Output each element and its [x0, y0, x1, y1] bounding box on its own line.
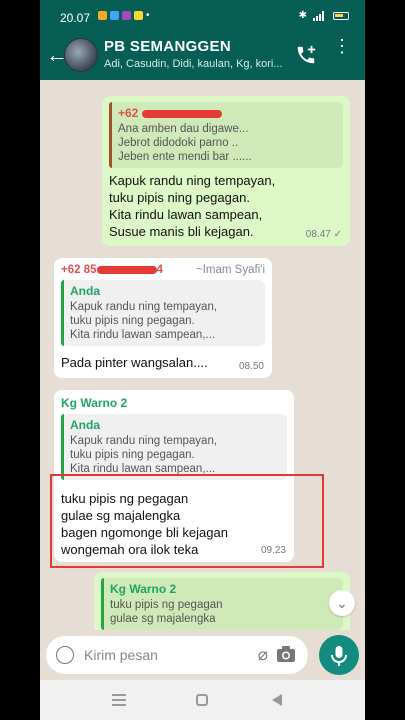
- sender-row: +62 85 4 ~Imam Syafi'i: [61, 264, 265, 276]
- message-time: 08.47 ✓: [305, 229, 342, 240]
- app-notification-icon: [134, 11, 143, 20]
- battery-icon: [333, 11, 349, 20]
- system-nav-bar: [40, 680, 365, 720]
- message-input-bar: Kirim pesan ⌀: [40, 630, 365, 680]
- sender-name: Kg Warno 2: [61, 396, 128, 410]
- quote-line: Jebrot didodoki parno ..: [118, 137, 239, 149]
- group-members[interactable]: Adi, Casudin, Didi, kaulan, Kg, kori...: [104, 58, 284, 70]
- quote-line: gulae sg majalengka: [110, 613, 216, 625]
- app-notification-icon: [110, 11, 119, 20]
- redaction-mark: [141, 109, 222, 118]
- message-text: Pada pinter wangsalan....: [61, 355, 208, 370]
- phone-screen: 20.07 • ✱ ← PB SEMANGGEN Adi, Casudin, D…: [40, 0, 365, 720]
- scroll-to-bottom-button[interactable]: ⌄: [329, 590, 355, 616]
- quote-sender: Kg Warno 2: [110, 582, 177, 596]
- quoted-message[interactable]: Anda Kapuk randu ning tempayan, tuku pip…: [61, 414, 287, 480]
- quote-line: tuku pipis ning pegagan.: [70, 449, 195, 461]
- quote-line: Kita rindu lawan sampean,...: [70, 329, 216, 341]
- signal-icon: [313, 10, 324, 21]
- message-bubble[interactable]: +62 Ana amben dau digawe... Jebrot didod…: [102, 96, 350, 246]
- chat-area: +62 Ana amben dau digawe... Jebrot didod…: [40, 80, 365, 642]
- mic-button[interactable]: [319, 635, 359, 675]
- status-dot: •: [146, 10, 150, 21]
- message-line: tuku pipis ning pegagan.: [109, 190, 250, 205]
- notification-icons: •: [98, 10, 150, 21]
- app-notification-icon: [122, 11, 131, 20]
- status-bar: 20.07 • ✱: [40, 0, 365, 32]
- message-time: 08.50: [238, 361, 264, 372]
- more-options-icon[interactable]: ⋮: [333, 37, 351, 55]
- quote-sender: Anda: [70, 284, 100, 298]
- quoted-message[interactable]: +62 Ana amben dau digawe... Jebrot didod…: [109, 102, 343, 168]
- redaction-mark: [96, 265, 157, 274]
- quoted-message[interactable]: Kg Warno 2 tuku pipis ng pegagan gulae s…: [101, 578, 343, 630]
- message-bubble[interactable]: +62 85 4 ~Imam Syafi'i Anda Kapuk randu n…: [54, 258, 272, 378]
- attach-icon[interactable]: ⌀: [258, 645, 268, 665]
- quote-line: Ana amben dau digawe...: [118, 123, 249, 135]
- group-title[interactable]: PB SEMANGGEN: [104, 38, 231, 55]
- mic-icon: [331, 646, 347, 666]
- quote-sender: +62: [118, 106, 337, 120]
- input-placeholder: Kirim pesan: [84, 647, 158, 663]
- camera-icon[interactable]: [276, 645, 296, 663]
- message-line: Kapuk randu ning tempayan,: [109, 173, 276, 188]
- quote-line: Kapuk randu ning tempayan,: [70, 435, 218, 447]
- message-input[interactable]: Kirim pesan ⌀: [46, 636, 308, 674]
- chat-header: ← PB SEMANGGEN Adi, Casudin, Didi, kaula…: [40, 32, 365, 80]
- add-call-icon[interactable]: [295, 44, 317, 66]
- quote-line: Kapuk randu ning tempayan,: [70, 301, 218, 313]
- status-time: 20.07: [60, 11, 91, 25]
- bluetooth-icon: ✱: [298, 10, 307, 21]
- quote-line: Jeben ente mendi bar ......: [118, 151, 252, 163]
- message-line: Kita rindu lawan sampean,: [109, 207, 263, 222]
- quote-sender: Anda: [70, 418, 100, 432]
- system-status: ✱: [299, 10, 349, 21]
- recent-apps-icon[interactable]: [112, 694, 126, 706]
- read-tick-icon: ✓: [333, 229, 342, 240]
- quote-line: tuku pipis ng pegagan: [110, 599, 223, 611]
- quoted-message[interactable]: Anda Kapuk randu ning tempayan, tuku pip…: [61, 280, 265, 346]
- sender-phone: +62 85 4: [61, 264, 163, 276]
- quote-line: tuku pipis ning pegagan.: [70, 315, 195, 327]
- app-notification-icon: [98, 11, 107, 20]
- highlight-box: [50, 474, 324, 568]
- home-icon[interactable]: [196, 694, 208, 706]
- double-chevron-down-icon: ⌄: [336, 595, 348, 611]
- emoji-icon[interactable]: [56, 646, 74, 664]
- nav-back-icon[interactable]: [272, 694, 282, 706]
- sender-name: ~Imam Syafi'i: [196, 264, 265, 276]
- group-avatar[interactable]: [64, 38, 98, 72]
